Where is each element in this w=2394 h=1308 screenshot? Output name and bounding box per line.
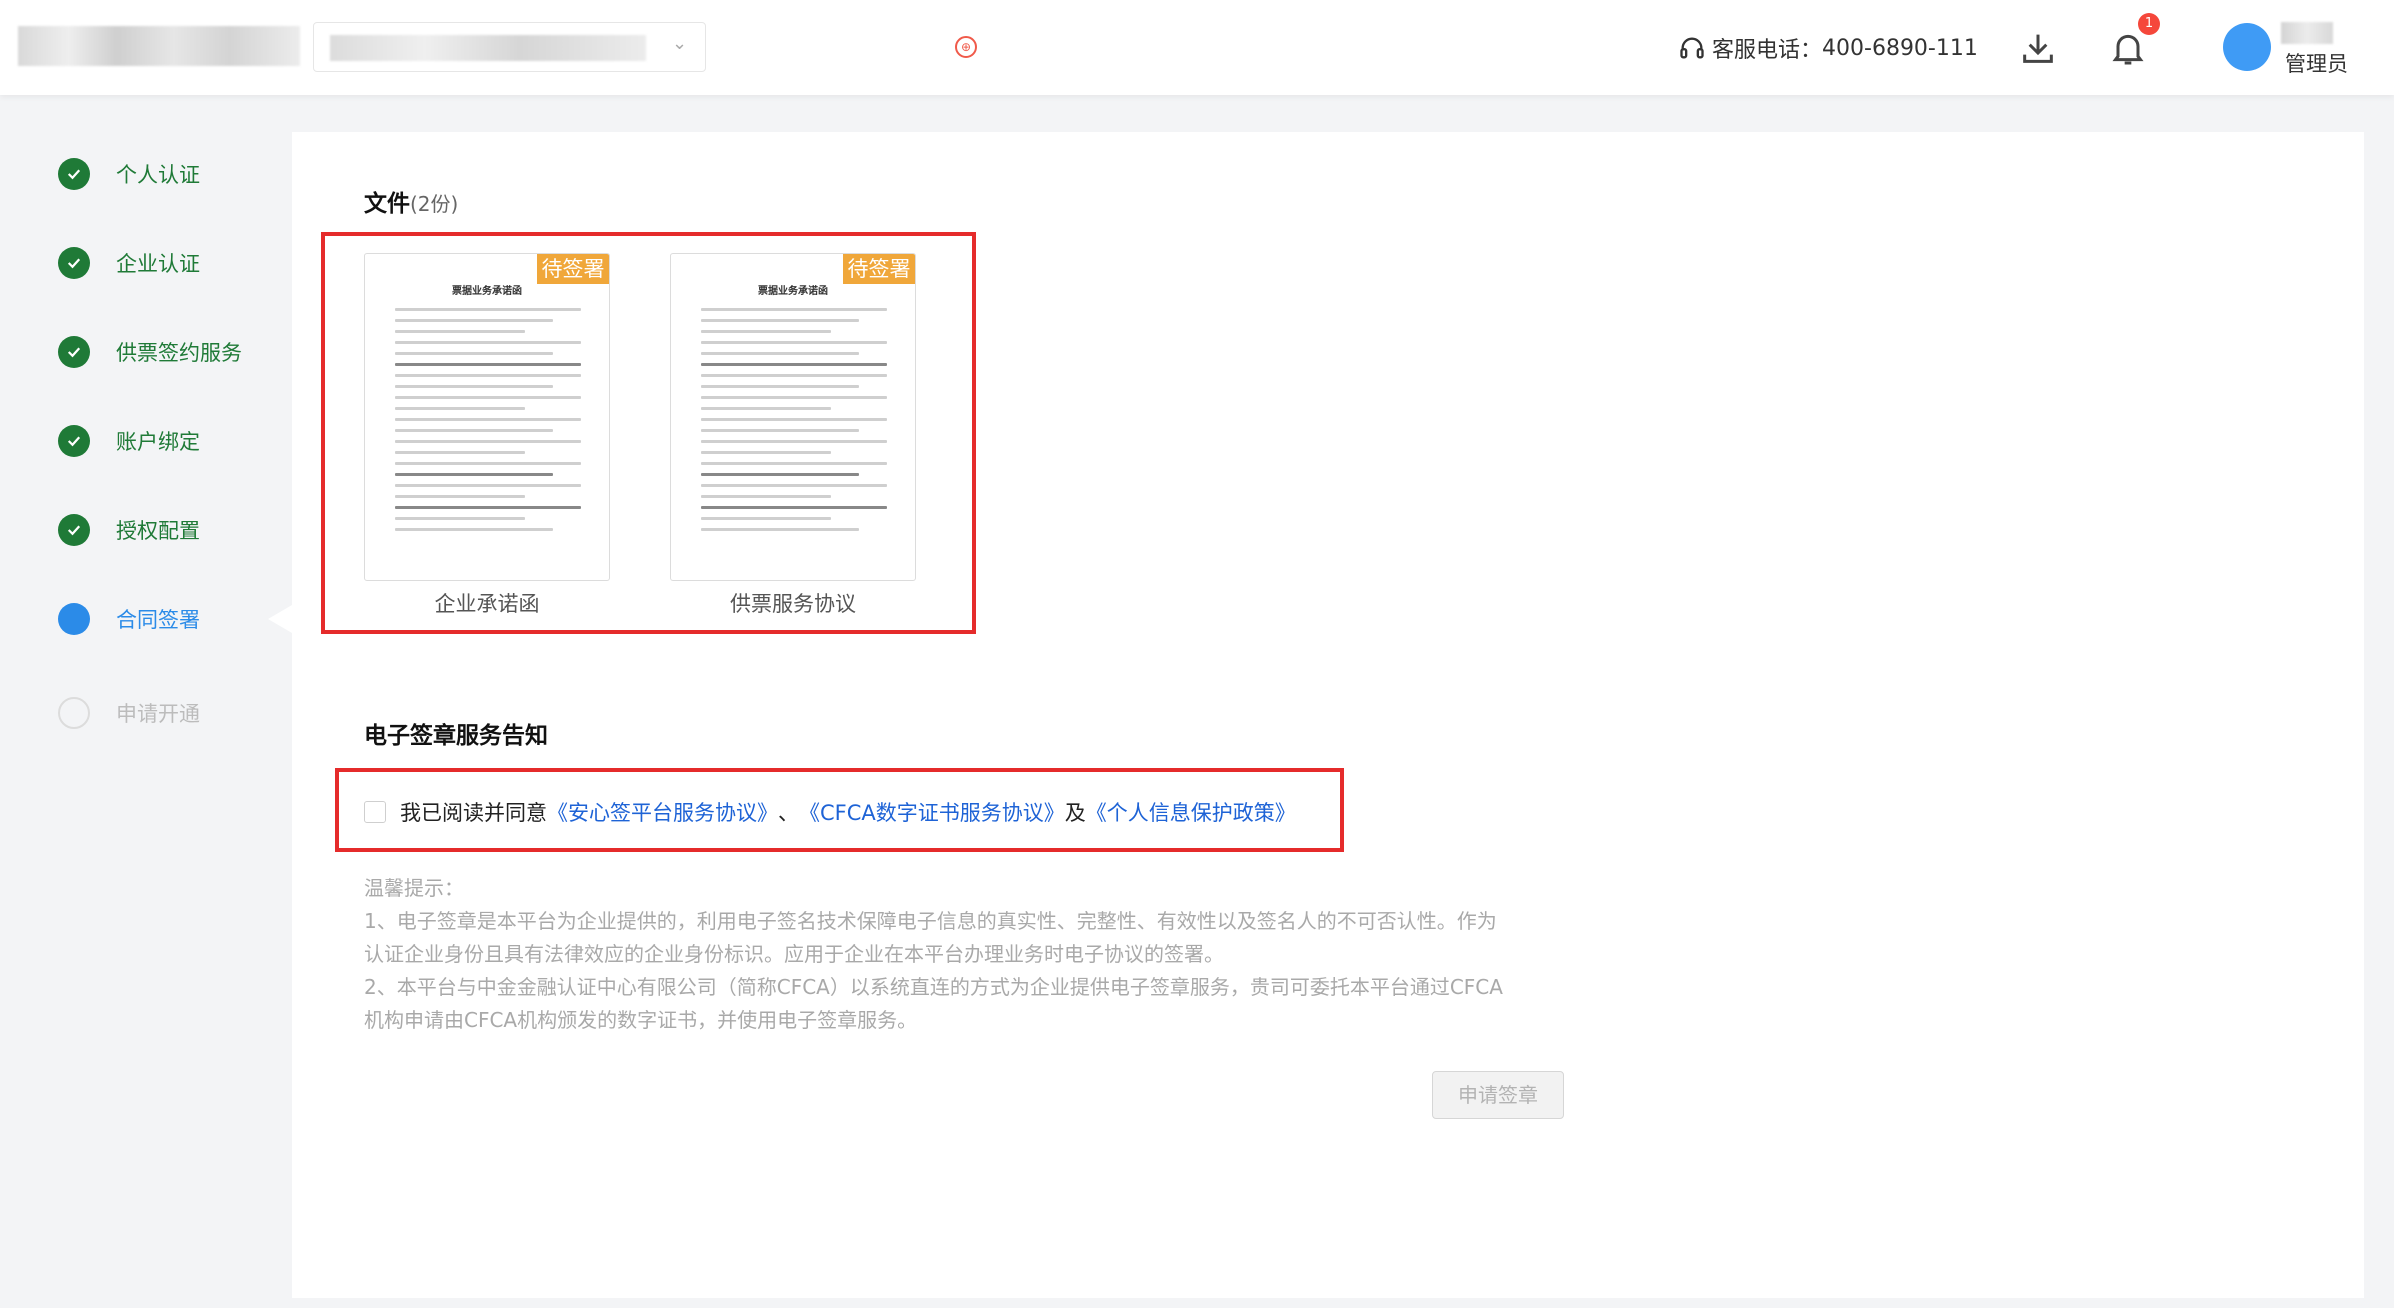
- service-label: 客服电话：: [1712, 38, 1823, 63]
- check-icon: [58, 514, 90, 546]
- step-account-binding: 账户绑定: [58, 424, 200, 458]
- pending-sign-tag: 待签署: [843, 254, 915, 284]
- step-apply-open: 申请开通: [58, 696, 200, 730]
- document-name-commitment[interactable]: 企业承诺函: [364, 588, 610, 618]
- step-label: 个人认证: [116, 163, 200, 187]
- user-name-blurred: [2281, 22, 2333, 44]
- files-title: 文件: [364, 191, 410, 217]
- check-icon: [58, 336, 90, 368]
- headset-icon: [1680, 37, 1704, 59]
- service-phone: 400-6890-111: [1822, 35, 1978, 61]
- link-privacy-policy[interactable]: 《个人信息保护政策》: [1086, 797, 1296, 827]
- agree-checkbox[interactable]: [364, 801, 386, 823]
- user-role: 管理员: [2285, 52, 2348, 76]
- document-preview-lines: [395, 308, 581, 539]
- step-label: 账户绑定: [116, 430, 200, 454]
- verified-icon: ⊕: [955, 36, 977, 58]
- agree-conjunction: 及: [1064, 801, 1086, 825]
- tips-block: 温馨提示： 1、电子签章是本平台为企业提供的，利用电子签名技术保障电子信息的真实…: [364, 872, 1564, 1037]
- tips-heading: 温馨提示：: [364, 876, 464, 900]
- tips-line-3: 2、本平台与中金金融认证中心有限公司（简称CFCA）以系统直连的方式为企业提供电…: [364, 975, 1503, 999]
- organization-name-blurred: [330, 35, 646, 61]
- pending-step-dot: [58, 697, 90, 729]
- link-cfca-certificate-agreement[interactable]: 《CFCA数字证书服务协议》: [799, 797, 1065, 827]
- agree-separator: 、: [778, 801, 799, 825]
- current-step-dot: [58, 603, 90, 635]
- tips-line-4: 机构申请由CFCA机构颁发的数字证书，并使用电子签章服务。: [364, 1008, 918, 1032]
- document-thumbnail-commitment[interactable]: 待签署 票据业务承诺函: [364, 253, 610, 581]
- step-contract-signing: 合同签署: [58, 602, 200, 636]
- document-preview-title: 票据业务承诺函: [452, 286, 522, 297]
- document-preview-lines: [701, 308, 887, 539]
- step-label: 申请开通: [116, 702, 200, 726]
- files-count: (2份): [410, 192, 459, 216]
- document-thumbnail-service-agreement[interactable]: 待签署 票据业务承诺函: [670, 253, 916, 581]
- download-icon[interactable]: [2018, 28, 2058, 68]
- avatar[interactable]: [2223, 23, 2271, 71]
- document-preview-title: 票据业务承诺函: [758, 286, 828, 297]
- notification-badge: 1: [2138, 13, 2160, 35]
- top-bar: ⊕ ⌄ 客服电话： 400-6890-111 1 管理员: [0, 0, 2394, 95]
- esign-section-title: 电子签章服务告知: [364, 723, 548, 749]
- step-authorization: 授权配置: [58, 513, 200, 547]
- tips-line-1: 1、电子签章是本平台为企业提供的，利用电子签名技术保障电子信息的真实性、完整性、…: [364, 909, 1497, 933]
- active-step-pointer: [268, 605, 292, 633]
- check-icon: [58, 247, 90, 279]
- check-icon: [58, 425, 90, 457]
- document-name-service-agreement[interactable]: 供票服务协议: [670, 588, 916, 618]
- step-label: 企业认证: [116, 252, 200, 276]
- step-label: 授权配置: [116, 519, 200, 543]
- files-section-title: 文件(2份): [364, 184, 458, 218]
- logo-blurred: [18, 26, 300, 66]
- agreement-row: 我已阅读并同意 《安心签平台服务协议》 、 《CFCA数字证书服务协议》 及 《…: [364, 797, 1296, 827]
- progress-steps: 个人认证 企业认证 供票签约服务 账户绑定 授权配置 合同签署 申请开通: [0, 95, 292, 1308]
- agree-prefix: 我已阅读并同意: [400, 801, 547, 825]
- apply-signature-button[interactable]: 申请签章: [1432, 1071, 1564, 1119]
- step-personal-auth: 个人认证: [58, 157, 200, 191]
- step-enterprise-auth: 企业认证: [58, 246, 200, 280]
- step-label: 供票签约服务: [116, 341, 242, 365]
- pending-sign-tag: 待签署: [537, 254, 609, 284]
- check-icon: [58, 158, 90, 190]
- link-anxinsign-agreement[interactable]: 《安心签平台服务协议》: [547, 797, 778, 827]
- chevron-down-icon: ⌄: [672, 33, 688, 54]
- customer-service: 客服电话： 400-6890-111: [1678, 30, 1978, 66]
- step-label: 合同签署: [116, 608, 200, 632]
- tips-line-2: 认证企业身份且具有法律效应的企业身份标识。应用于企业在本平台办理业务时电子协议的…: [364, 942, 1224, 966]
- step-ticket-service: 供票签约服务: [58, 335, 242, 369]
- organization-select[interactable]: ⊕ ⌄: [313, 22, 977, 72]
- bell-icon[interactable]: [2108, 28, 2148, 68]
